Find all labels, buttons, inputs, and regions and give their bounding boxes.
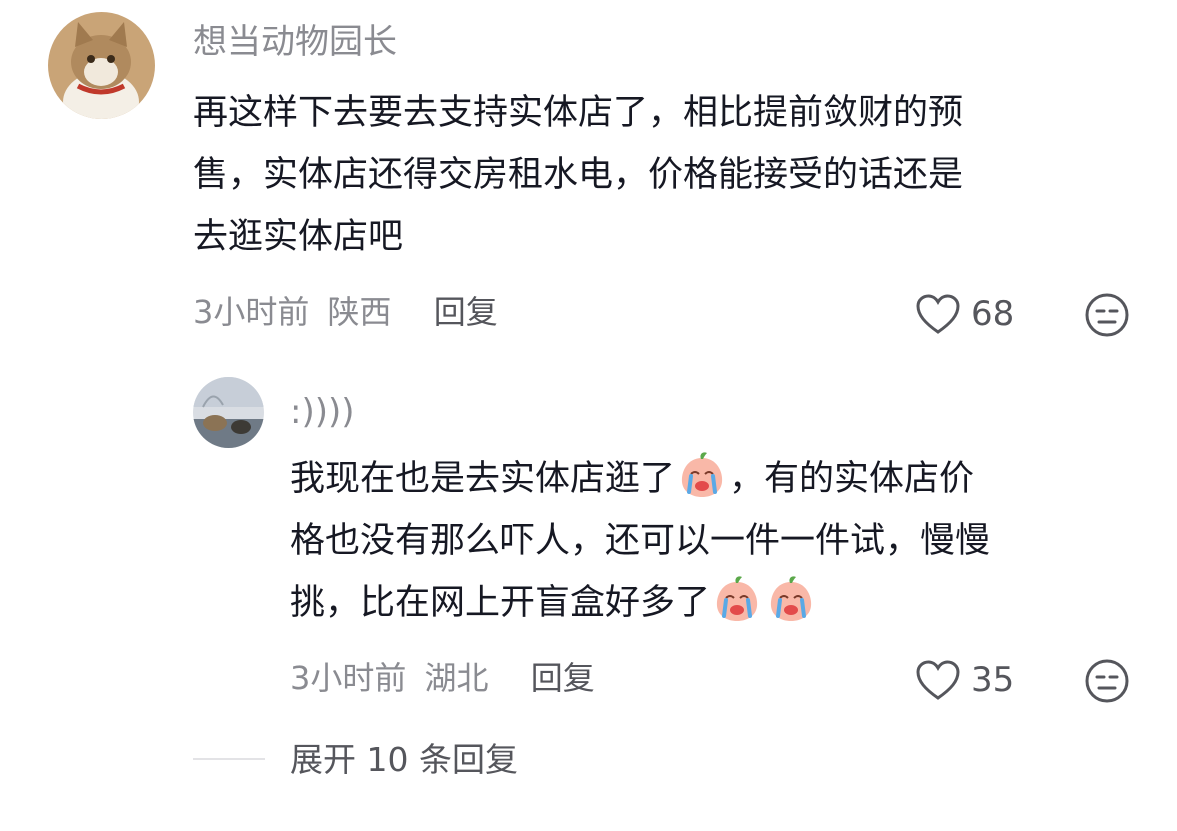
crying-peach-emoji — [681, 452, 723, 497]
replier-username[interactable]: :)))) — [290, 390, 355, 434]
comment-location: 陕西 — [327, 293, 392, 331]
crying-peach-emoji — [770, 576, 812, 621]
reply-text-segment: ，有的实体店价 — [729, 459, 975, 499]
neutral-face-icon — [1085, 293, 1129, 337]
expand-divider — [193, 758, 265, 760]
commenter-username[interactable]: 想当动物园长 — [193, 20, 397, 64]
commenter-avatar[interactable] — [48, 12, 155, 119]
comment-meta: 3小时前 陕西 回复 — [193, 290, 498, 334]
like-button[interactable]: 35 — [915, 658, 1014, 702]
comment-text-line: 售，实体店还得交房租水电，价格能接受的话还是 — [193, 155, 964, 195]
like-button[interactable]: 68 — [915, 292, 1014, 336]
reply-text-segment: 我现在也是去实体店逛了 — [290, 459, 676, 499]
heart-outline-icon — [916, 294, 960, 334]
reply-button[interactable]: 回复 — [531, 659, 595, 697]
comment-text-line: 去逛实体店吧 — [193, 217, 404, 257]
crying-peach-emoji — [716, 576, 758, 621]
reply-location: 湖北 — [424, 659, 489, 697]
replier-avatar[interactable] — [193, 377, 264, 448]
reply-text-line: 我现在也是去实体店逛了 ，有的实体店价 — [290, 448, 1150, 510]
like-count: 68 — [971, 294, 1015, 334]
reply-text-segment: 挑，比在网上开盲盒好多了 — [290, 583, 711, 623]
reply-button[interactable]: 回复 — [434, 293, 498, 331]
heart-outline-icon — [916, 660, 960, 700]
reply-text-line: 格也没有那么吓人，还可以一件一件试，慢慢 — [290, 521, 991, 561]
like-count: 35 — [971, 660, 1015, 700]
neutral-face-icon — [1085, 659, 1129, 703]
dislike-button[interactable] — [1084, 658, 1130, 704]
dislike-button[interactable] — [1084, 292, 1130, 338]
reply-time: 3小时前 — [290, 659, 407, 697]
comment-text-line: 再这样下去要去支持实体店了，相比提前敛财的预 — [193, 93, 964, 133]
comment-time: 3小时前 — [193, 293, 310, 331]
expand-replies-button[interactable]: 展开 10 条回复 — [290, 738, 518, 782]
reply-meta: 3小时前 湖北 回复 — [290, 656, 595, 700]
reply-text: 我现在也是去实体店逛了 ，有的实体店价 格也没有那么吓人，还可以一件一件试，慢慢… — [290, 448, 1150, 634]
comment-text: 再这样下去要去支持实体店了，相比提前敛财的预 售，实体店还得交房租水电，价格能接… — [193, 82, 1153, 268]
reply-text-line: 挑，比在网上开盲盒好多了 — [290, 572, 1150, 634]
